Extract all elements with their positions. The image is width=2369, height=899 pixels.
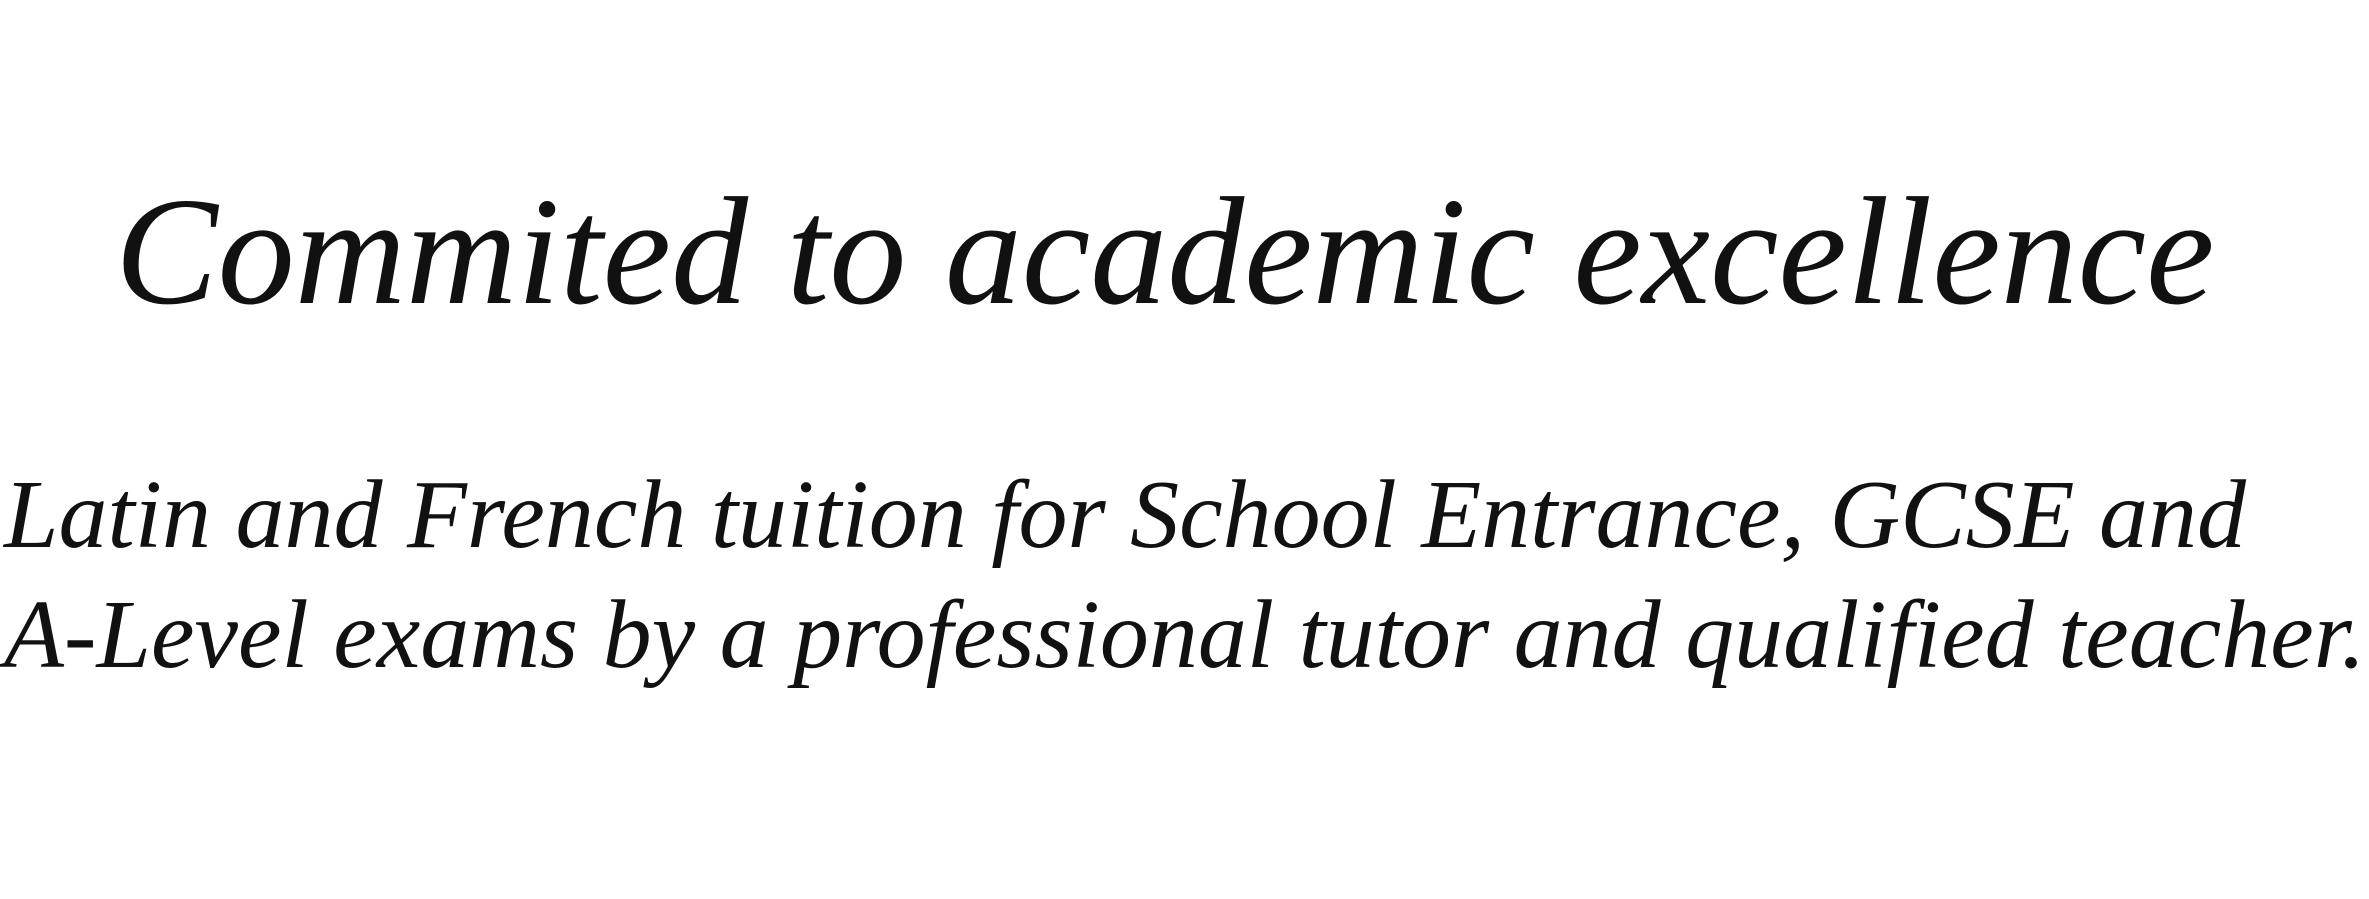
hero-subtext-line-2: A-Level exams by a professional tutor an… [4,581,2366,689]
hero-subtext: Latin and French tuition for School Entr… [4,455,2366,695]
hero-headline: Commited to academic excellence [115,167,2215,337]
hero-subtext-line-1: Latin and French tuition for School Entr… [4,461,2247,569]
hero-section: Commited to academic excellence Latin an… [0,0,2369,899]
